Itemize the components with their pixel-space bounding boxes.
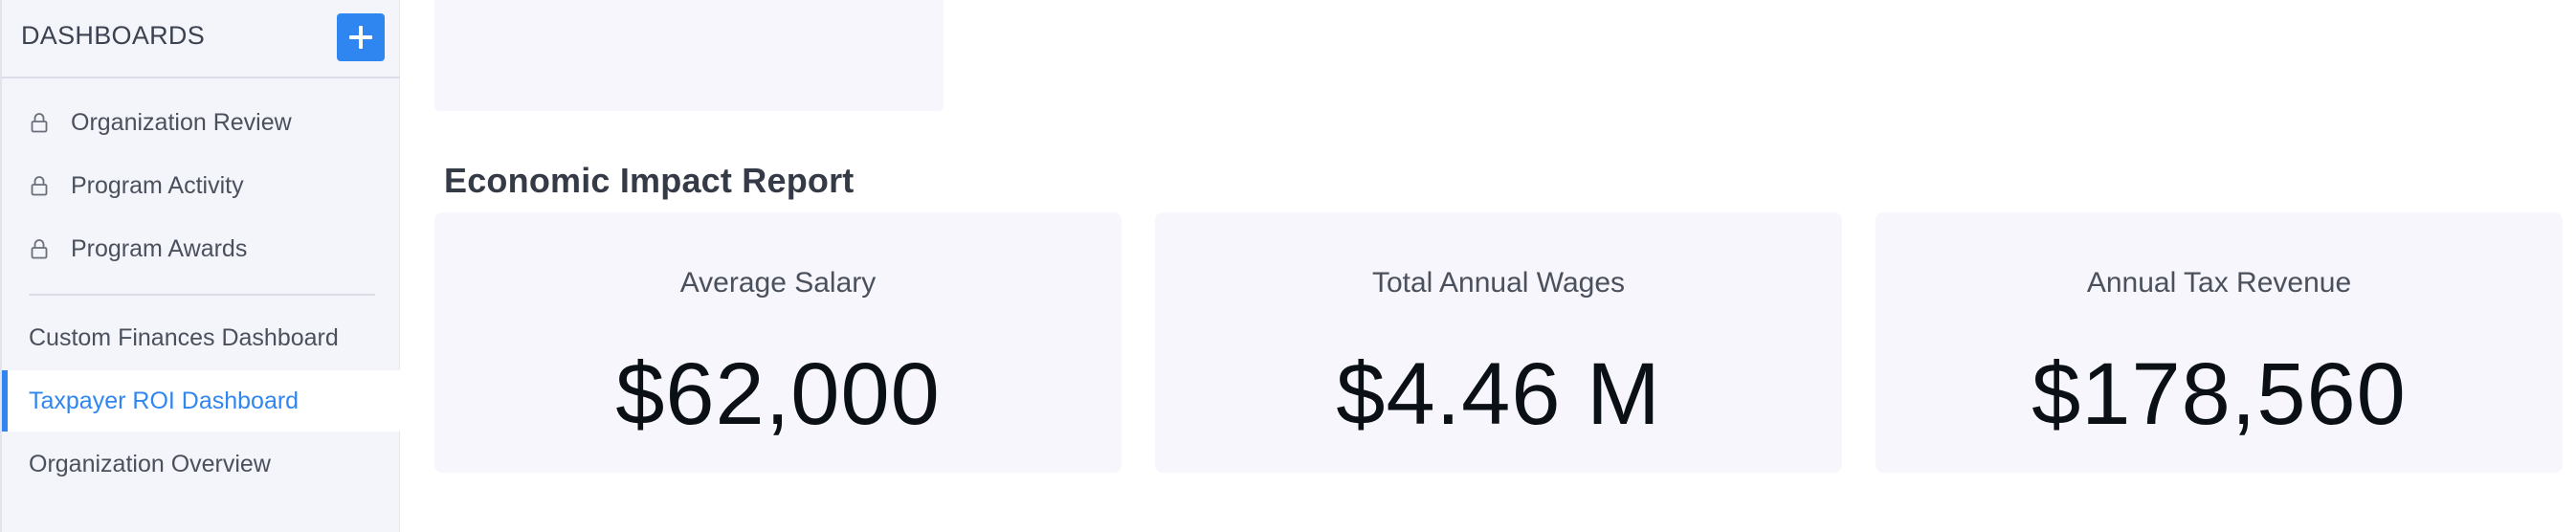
kpi-value: $4.46 M — [1336, 345, 1661, 443]
kpi-card-total-annual-wages: Total Annual Wages $4.46 M — [1155, 212, 1842, 473]
sidebar-item-label: Program Activity — [71, 171, 244, 199]
sidebar-item-label: Organization Review — [71, 108, 292, 136]
kpi-value: $178,560 — [2032, 345, 2407, 443]
kpi-value: $62,000 — [615, 345, 941, 443]
kpi-label: Average Salary — [679, 267, 877, 299]
kpi-card-average-salary: Average Salary $62,000 — [434, 212, 1121, 473]
sidebar-item-label: Taxpayer ROI Dashboard — [29, 387, 300, 414]
sidebar-item-program-activity[interactable]: Program Activity — [2, 155, 400, 216]
kpi-label: Total Annual Wages — [1371, 267, 1626, 299]
sidebar-item-organization-overview[interactable]: Organization Overview — [2, 433, 400, 495]
app-window: DASHBOARDS Organization Review Program A… — [0, 0, 2576, 532]
plus-icon — [349, 26, 372, 49]
kpi-label: Annual Tax Revenue — [2086, 267, 2352, 299]
kpi-card-annual-tax-revenue: Annual Tax Revenue $178,560 — [1876, 212, 2563, 473]
sidebar-item-taxpayer-roi-dashboard[interactable]: Taxpayer ROI Dashboard — [2, 370, 400, 432]
sidebar-item-custom-finances-dashboard[interactable]: Custom Finances Dashboard — [2, 307, 400, 368]
sidebar-header: DASHBOARDS — [2, 0, 400, 78]
sidebar-title: DASHBOARDS — [21, 21, 206, 50]
sidebar: DASHBOARDS Organization Review Program A… — [0, 0, 400, 532]
sidebar-item-organization-review[interactable]: Organization Review — [2, 92, 400, 153]
sidebar-item-label: Organization Overview — [29, 450, 271, 477]
dashboard-card — [434, 0, 944, 111]
sidebar-divider — [29, 294, 375, 296]
lock-icon — [31, 113, 48, 133]
add-dashboard-button[interactable] — [337, 13, 385, 61]
sidebar-item-label: Custom Finances Dashboard — [29, 323, 339, 351]
sidebar-item-label: Program Awards — [71, 234, 248, 262]
lock-icon — [31, 176, 48, 196]
sidebar-item-program-awards[interactable]: Program Awards — [2, 218, 400, 279]
section-title: Economic Impact Report — [444, 161, 855, 200]
lock-icon — [31, 239, 48, 259]
